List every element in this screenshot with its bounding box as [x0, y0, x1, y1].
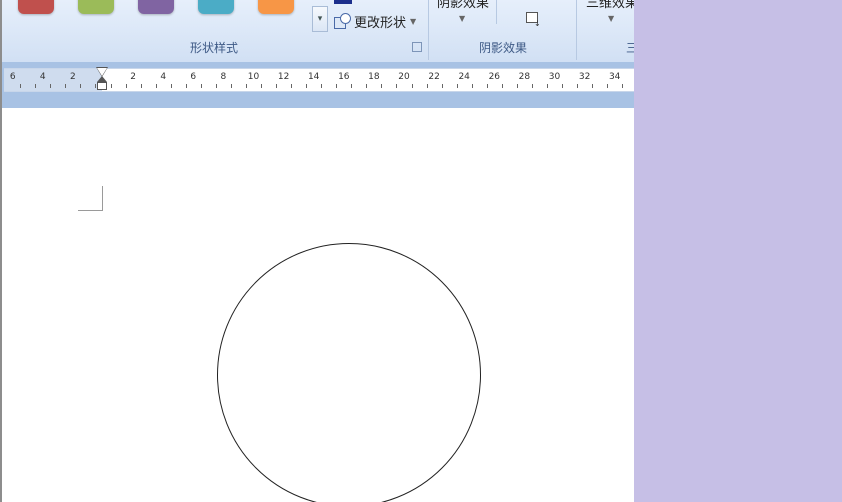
ruler-tick [35, 84, 37, 88]
ruler-label: 18 [368, 72, 380, 82]
shadow-nudge-icon[interactable]: ↓ [526, 12, 542, 28]
ruler-tick [592, 84, 594, 88]
ruler-label: 10 [247, 72, 260, 82]
ruler-tick [276, 84, 278, 88]
group-divider [576, 0, 577, 60]
shape-styles-group-label: 形状样式 [189, 41, 238, 55]
group-divider [428, 0, 429, 60]
ruler-label: 4 [160, 72, 167, 82]
ruler-label: 12 [277, 72, 290, 82]
ruler-tick [456, 84, 458, 88]
ruler-label: 6 [9, 72, 16, 82]
ruler-tick [546, 84, 548, 88]
ruler-tick [516, 84, 518, 88]
ruler-tick [501, 84, 503, 88]
change-shape-icon [334, 13, 351, 29]
ruler-label: 30 [548, 72, 561, 82]
ruler-label: 4 [39, 72, 46, 82]
shape-style-swatch-purple[interactable] [138, 0, 174, 14]
shadow-effects-button[interactable]: 阴影效果 [437, 0, 489, 11]
ruler-tick [562, 84, 564, 88]
ruler-label: 34 [608, 72, 621, 82]
shape-style-swatch-cyan[interactable] [198, 0, 234, 14]
chevron-down-icon: ▼ [608, 14, 615, 23]
ribbon: ▾ 更改形状 ▼ 形状样式 阴影效果 阴影效果 ▼ ↓ 三维效果 ▼ 三 [0, 0, 634, 63]
shape-style-swatch-green[interactable] [78, 0, 114, 14]
ruler-tick [110, 84, 112, 88]
shape-style-swatch-red[interactable] [18, 0, 54, 14]
ruler-label: 2 [70, 72, 76, 82]
ruler-tick [411, 84, 413, 88]
circle-shape[interactable] [217, 243, 481, 502]
ruler-tick [291, 84, 293, 88]
ruler-tick [170, 84, 172, 88]
ruler-tick [215, 84, 217, 88]
ruler-tick [471, 84, 473, 88]
ruler-tick [80, 84, 82, 88]
ruler-label: 26 [488, 72, 501, 82]
ruler-tick [396, 84, 398, 88]
ruler-tick [441, 84, 443, 88]
window-left-border [0, 0, 2, 502]
ruler-tick [622, 84, 624, 88]
ruler-tick [306, 84, 308, 88]
word-window: ▾ 更改形状 ▼ 形状样式 阴影效果 阴影效果 ▼ ↓ 三维效果 ▼ 三 6 4 2… [0, 0, 634, 502]
ruler-label: 32 [578, 72, 591, 82]
ruler-tick [200, 84, 202, 88]
shadow-effects-group-label: 阴影效果 [478, 41, 527, 55]
divider [496, 0, 497, 24]
ruler-label: 16 [338, 72, 350, 82]
ruler-tick [245, 84, 247, 88]
shape-style-swatch-orange[interactable] [258, 0, 294, 14]
page-margin-corner-mark [78, 186, 103, 211]
ruler-tick [20, 84, 22, 88]
ruler-tick [230, 84, 232, 88]
ruler-tick [321, 84, 323, 88]
ruler-tick [577, 84, 579, 88]
ruler-tick [140, 84, 142, 88]
ruler-tick [261, 84, 263, 88]
shape-fill-color-indicator [334, 0, 352, 4]
ruler-label: 2 [130, 72, 136, 82]
indent-marker-icon[interactable] [96, 67, 108, 90]
ruler-label: 8 [220, 72, 227, 82]
ruler-tick [426, 84, 428, 88]
chevron-down-icon: ▼ [410, 16, 417, 26]
ruler-tick [607, 84, 609, 88]
ruler-tick [531, 84, 533, 88]
chevron-down-icon: ▼ [459, 14, 466, 23]
ruler-tick [366, 84, 368, 88]
background-panel [634, 0, 842, 502]
gallery-more-button[interactable]: ▾ [312, 6, 328, 32]
change-shape-label: 更改形状 [354, 15, 407, 31]
change-shape-button[interactable]: 更改形状 ▼ [334, 11, 416, 31]
ruler-label: 28 [518, 72, 531, 82]
three-d-group-label: 三 [626, 41, 634, 55]
three-d-effects-button[interactable]: 三维效果 [586, 0, 634, 11]
ruler-label: 24 [458, 72, 470, 82]
ruler-tick [65, 84, 67, 88]
ruler-label: 6 [190, 72, 197, 82]
document-page[interactable] [0, 108, 634, 502]
ruler-label: 22 [428, 72, 440, 82]
ruler-label: 14 [307, 72, 320, 82]
ruler-tick [50, 84, 52, 88]
ruler-tick [336, 84, 338, 88]
ruler-tick [155, 84, 157, 88]
shape-styles-group: ▾ 更改形状 ▼ 形状样式 [0, 0, 428, 62]
ruler-tick [185, 84, 187, 88]
ruler-tick [351, 84, 353, 88]
ruler-tick [486, 84, 488, 88]
ruler-label: 20 [398, 72, 410, 82]
ruler-tick [381, 84, 383, 88]
ruler-tick [125, 84, 127, 88]
dialog-launcher-icon[interactable] [412, 42, 422, 52]
